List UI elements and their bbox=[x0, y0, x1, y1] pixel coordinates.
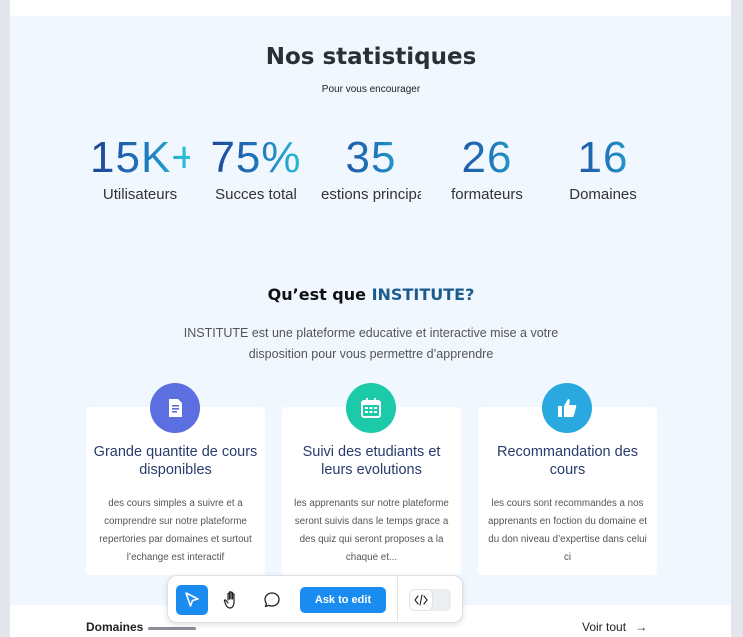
left-margin bbox=[0, 0, 10, 637]
domains-heading: Domaines bbox=[86, 620, 144, 634]
feature-title: Suivi des etudiants et leurs evolutions bbox=[302, 444, 441, 478]
stat-value: 16 bbox=[553, 130, 653, 186]
right-margin bbox=[731, 0, 743, 637]
feature-title: Recommandation des cours bbox=[496, 444, 639, 478]
stat-trainers: 26 formateurs bbox=[437, 130, 537, 203]
stat-value: 75% bbox=[206, 130, 306, 186]
stat-label: Domaines bbox=[569, 186, 637, 203]
ask-to-edit-button[interactable]: Ask to edit bbox=[300, 587, 386, 613]
see-all-link[interactable]: Voir tout → bbox=[582, 620, 647, 634]
stat-value: 35 bbox=[321, 130, 421, 186]
hand-icon bbox=[223, 591, 235, 609]
document-icon bbox=[150, 383, 200, 433]
stat-label: Succes total bbox=[215, 186, 297, 203]
stat-label: formateurs bbox=[451, 186, 523, 203]
pointer-tool-button[interactable] bbox=[176, 585, 208, 615]
about-description: INSTITUTE est une plateforme educative e… bbox=[183, 326, 559, 361]
feature-text: les cours sont recommandes a nos apprena… bbox=[487, 498, 648, 563]
editor-toolbar: Ask to edit bbox=[167, 575, 463, 623]
stat-questions: 35 estions principa bbox=[321, 130, 421, 203]
about-title-prefix: Qu’est que bbox=[267, 285, 372, 304]
stat-label: estions principa bbox=[321, 186, 421, 203]
see-all-label: Voir tout bbox=[582, 620, 627, 634]
stats-subtitle: Pour vous encourager bbox=[321, 84, 421, 95]
code-view-toggle[interactable] bbox=[409, 589, 451, 611]
pointer-icon bbox=[185, 592, 199, 607]
comment-tool-button[interactable] bbox=[256, 585, 288, 615]
stat-value: 26 bbox=[437, 130, 537, 186]
about-title: Qu’est que INSTITUTE? bbox=[10, 285, 732, 304]
thumbs-up-icon bbox=[542, 383, 592, 433]
stat-success: 75% Succes total bbox=[206, 130, 306, 203]
stat-domains: 16 Domaines bbox=[553, 130, 653, 203]
stat-users: 15K+ Utilisateurs bbox=[90, 130, 190, 203]
stat-value: 15K+ bbox=[90, 130, 190, 186]
stats-title: Nos statistiques bbox=[265, 44, 477, 70]
about-title-accent: INSTITUTE? bbox=[371, 285, 475, 304]
feature-text: des cours simples a suivre et a comprend… bbox=[99, 498, 252, 563]
toolbar-divider bbox=[397, 576, 398, 622]
feature-text: les apprenants sur notre plateforme sero… bbox=[294, 498, 449, 563]
arrow-right-icon: → bbox=[635, 620, 648, 634]
page-canvas: Nos statistiques Pour vous encourager 15… bbox=[10, 0, 732, 637]
feature-title: Grande quantite de cours disponibles bbox=[93, 444, 258, 478]
hand-tool-button[interactable] bbox=[216, 585, 248, 615]
comment-icon bbox=[264, 592, 280, 608]
stat-label: Utilisateurs bbox=[102, 186, 178, 203]
code-icon bbox=[410, 590, 432, 610]
calendar-icon bbox=[346, 383, 396, 433]
scroll-indicator[interactable] bbox=[148, 627, 196, 630]
